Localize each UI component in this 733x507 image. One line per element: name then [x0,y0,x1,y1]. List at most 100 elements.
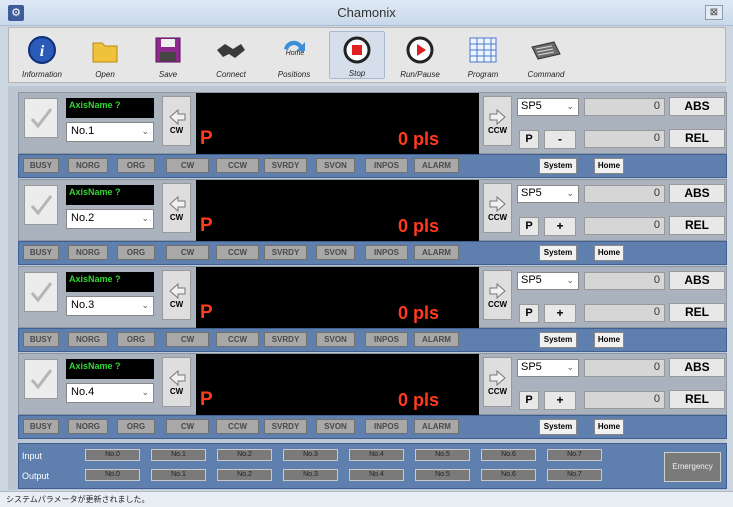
refresh-arrows-icon: Home [276,33,312,66]
axis-controls: AxisName ? No.2 ⌄ CW P 0 pls CCW SP5 ⌄ 0 AB… [18,179,727,241]
status-ccw: CCW [216,245,259,260]
speed-select[interactable]: SP5 ⌄ [517,98,579,116]
axis-enable-check[interactable] [24,359,58,399]
status-cw: CW [166,419,209,434]
command-button[interactable]: Command [518,31,574,79]
rel-move-button[interactable]: REL [669,303,725,322]
abs-value-field[interactable]: 0 [584,185,665,203]
system-button[interactable]: System [539,332,577,348]
input-bit-1: No.1 [151,449,206,461]
stop-button[interactable]: Stop [329,31,385,79]
axis-select[interactable]: No.1 ⌄ [66,122,154,142]
rel-value-field[interactable]: 0 [584,130,665,148]
status-org: ORG [117,419,155,434]
home-button[interactable]: Home [594,245,624,261]
axis-select[interactable]: No.2 ⌄ [66,209,154,229]
output-label: Output [22,471,50,481]
status-alarm: ALARM [414,158,459,173]
input-bit-0: No.0 [85,449,140,461]
close-button[interactable]: ⊠ [705,5,723,20]
abs-value-field[interactable]: 0 [584,98,665,116]
checkmark-icon [30,282,53,303]
cw-jog-button[interactable]: CW [162,96,191,146]
output-bit-1[interactable]: No.1 [151,469,206,481]
status-ccw: CCW [216,332,259,347]
abs-move-button[interactable]: ABS [669,271,725,290]
cw-label: CW [169,386,184,396]
home-badge: Home [286,50,305,57]
axis-select-value: No.4 [71,386,95,398]
axis-row-3: AxisName ? No.3 ⌄ CW P 0 pls CCW SP5 ⌄ 0 AB… [18,266,727,354]
axis-select[interactable]: No.4 ⌄ [66,383,154,403]
p-button[interactable]: P [519,130,539,149]
home-button[interactable]: Home [594,332,624,348]
p-button[interactable]: P [519,391,539,410]
run-pause-button[interactable]: Run/Pause [392,31,448,79]
position-prefix: P [200,128,213,149]
p-button[interactable]: P [519,217,539,236]
output-bit-4[interactable]: No.4 [349,469,404,481]
speed-select[interactable]: SP5 ⌄ [517,185,579,203]
abs-value-field[interactable]: 0 [584,359,665,377]
rel-value-field[interactable]: 0 [584,217,665,235]
axis-enable-check[interactable] [24,98,58,138]
system-button[interactable]: System [539,245,577,261]
toolbar-label: Positions [277,70,311,79]
axis-name-display: AxisName ? [66,98,154,118]
axis-select[interactable]: No.3 ⌄ [66,296,154,316]
cw-jog-button[interactable]: CW [162,357,191,407]
abs-move-button[interactable]: ABS [669,97,725,116]
save-button[interactable]: Save [140,31,196,79]
axes-panel: AxisName ? No.1 ⌄ CW P 0 pls CCW SP5 ⌄ 0 AB… [8,86,727,490]
status-svrdy: SVRDY [264,158,307,173]
keyboard-icon [528,33,564,66]
system-button[interactable]: System [539,419,577,435]
io-panel: Input Output No.0 No.1 No.2 No.3 No.4 No… [18,443,727,489]
toolbar-label: Open [95,70,115,79]
abs-move-button[interactable]: ABS [669,184,725,203]
program-button[interactable]: Program [455,31,511,79]
direction-toggle[interactable]: + [544,304,576,323]
speed-select[interactable]: SP5 ⌄ [517,359,579,377]
home-button[interactable]: Home [594,419,624,435]
information-button[interactable]: i Information [14,31,70,79]
output-bit-2[interactable]: No.2 [217,469,272,481]
output-bit-5[interactable]: No.5 [415,469,470,481]
rel-move-button[interactable]: REL [669,390,725,409]
direction-toggle[interactable]: + [544,217,576,236]
ccw-jog-button[interactable]: CCW [483,183,512,233]
cw-jog-button[interactable]: CW [162,270,191,320]
axis-enable-check[interactable] [24,272,58,312]
connect-button[interactable]: Connect [203,31,259,79]
output-bit-6[interactable]: No.6 [481,469,536,481]
home-positions-button[interactable]: Home Positions [266,31,322,79]
ccw-jog-button[interactable]: CCW [483,96,512,146]
direction-toggle[interactable]: + [544,391,576,410]
open-button[interactable]: Open [77,31,133,79]
p-button[interactable]: P [519,304,539,323]
axis-controls: AxisName ? No.1 ⌄ CW P 0 pls CCW SP5 ⌄ 0 AB… [18,92,727,154]
rel-value-field[interactable]: 0 [584,391,665,409]
axis-enable-check[interactable] [24,185,58,225]
rel-move-button[interactable]: REL [669,129,725,148]
rel-value-field[interactable]: 0 [584,304,665,322]
system-button[interactable]: System [539,158,577,174]
output-bit-0[interactable]: No.0 [85,469,140,481]
output-bit-3[interactable]: No.3 [283,469,338,481]
output-bit-7[interactable]: No.7 [547,469,602,481]
cw-label: CW [169,299,184,309]
status-svon: SVON [316,419,355,434]
ccw-jog-button[interactable]: CCW [483,357,512,407]
direction-toggle[interactable]: - [544,130,576,149]
home-button[interactable]: Home [594,158,624,174]
checkmark-icon [30,108,53,129]
position-value: 0 pls [397,303,439,323]
rel-move-button[interactable]: REL [669,216,725,235]
abs-value-field[interactable]: 0 [584,272,665,290]
ccw-jog-button[interactable]: CCW [483,270,512,320]
status-org: ORG [117,158,155,173]
abs-move-button[interactable]: ABS [669,358,725,377]
emergency-button[interactable]: Emergency [664,452,721,482]
cw-jog-button[interactable]: CW [162,183,191,233]
speed-select[interactable]: SP5 ⌄ [517,272,579,290]
